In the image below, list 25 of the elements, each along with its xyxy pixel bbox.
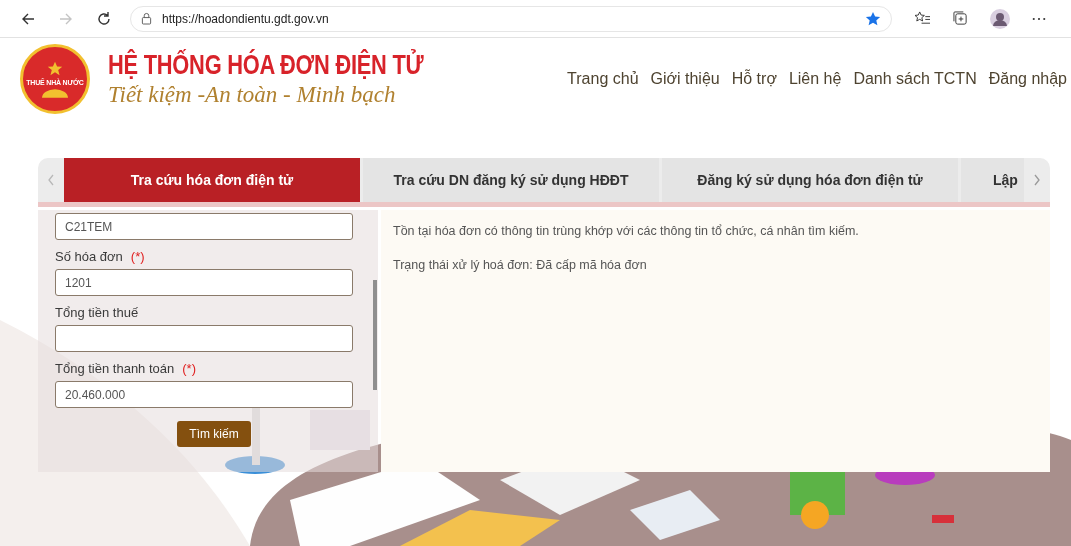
site-slogan: Tiết kiệm -An toàn - Minh bạch — [108, 81, 397, 109]
tab[interactable]: Đăng ký sử dụng hóa đơn điện tử — [662, 158, 958, 202]
nav-link[interactable]: Đăng nhập — [988, 70, 1067, 88]
field-label: Tổng tiền thuế — [55, 305, 139, 320]
result-message: Tồn tại hóa đơn có thông tin trùng khớp với các thông tin tổ chức, cá nhân tìm kiếm. — [393, 224, 860, 238]
input-field[interactable]: 20.460.000 — [55, 381, 353, 408]
nav-link[interactable]: Giới thiệu — [650, 70, 720, 88]
input-field[interactable]: C21TEM — [55, 213, 353, 240]
tab[interactable]: Tra cứu DN đăng ký sử dụng HĐĐT — [363, 158, 659, 202]
address-bar[interactable]: https://hoadondientu.gdt.gov.vn — [130, 5, 892, 32]
url-text: https://hoadondientu.gdt.gov.vn — [162, 11, 330, 26]
nav-link[interactable]: Liên hệ — [788, 70, 842, 88]
input-field[interactable]: 1201 — [55, 269, 353, 296]
site-title: HỆ THỐNG HÓA ĐƠN ĐIỆN TỬ — [108, 49, 424, 81]
field-label: Số hóa đơn — [55, 249, 123, 264]
tab[interactable]: Lập — [961, 158, 1024, 202]
result-message: Trạng thái xử lý hoá đơn: Đã cấp mã hóa đơn — [393, 258, 648, 272]
search-button[interactable]: Tìm kiếm — [177, 421, 251, 447]
field-label: Tổng tiền thanh toán — [55, 361, 175, 376]
tab[interactable]: Tra cứu hóa đơn điện tử — [64, 158, 360, 202]
required-mark: (*) — [182, 361, 196, 376]
nav-link[interactable]: Danh sách TCTN — [853, 70, 977, 88]
nav-link[interactable]: Hỗ trợ — [731, 70, 777, 88]
nav-link[interactable]: Trang chủ — [567, 70, 639, 88]
required-mark: (*) — [130, 249, 145, 264]
